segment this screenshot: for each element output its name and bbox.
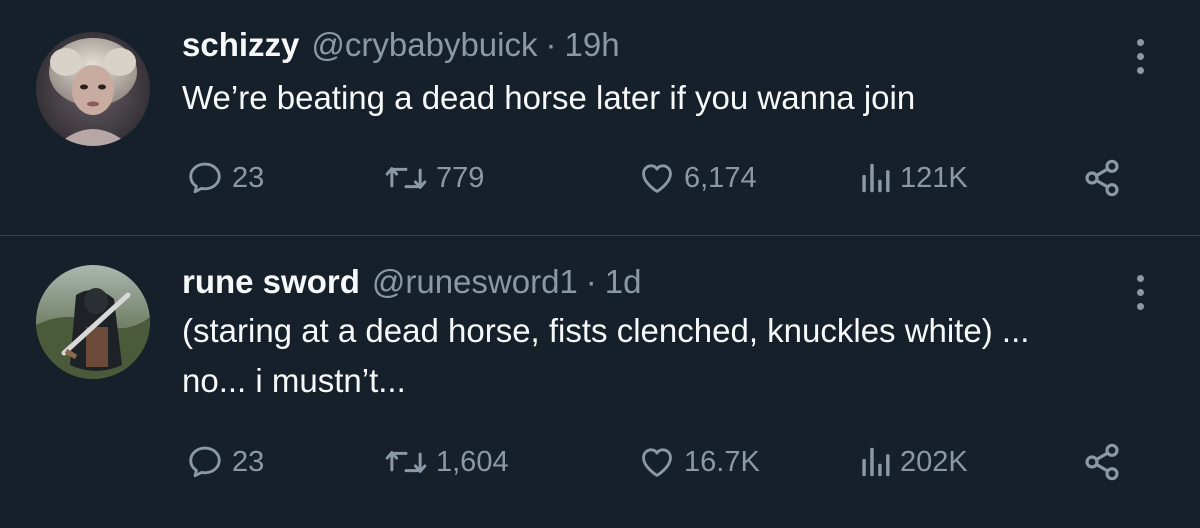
tweet-text: We’re beating a dead horse later if you … (182, 79, 916, 116)
retweet-button[interactable]: 779 (384, 154, 484, 202)
avatar[interactable] (36, 32, 150, 146)
tweet-header: schizzy @crybabybuick · 19h (182, 25, 620, 65)
timestamp[interactable]: 1d (605, 262, 642, 302)
display-name[interactable]: schizzy (182, 25, 299, 65)
reply-count: 23 (232, 445, 265, 478)
avatar-image (36, 265, 150, 379)
user-handle[interactable]: @crybabybuick (311, 25, 537, 65)
tweet[interactable]: schizzy @crybabybuick · 19h We’re beatin… (0, 0, 1200, 236)
views-icon (862, 163, 890, 193)
action-bar: 23 1,604 16.7K 202K (186, 438, 1136, 486)
action-bar: 23 779 6,174 121K (186, 154, 1136, 202)
reply-button[interactable]: 23 (186, 438, 264, 486)
tweet[interactable]: rune sword @runesword1 · 1d (staring at … (0, 237, 1200, 528)
avatar[interactable] (36, 265, 150, 379)
more-options-icon (1136, 274, 1144, 282)
avatar-image (36, 32, 150, 146)
like-button[interactable]: 16.7K (638, 438, 760, 486)
share-button[interactable] (1082, 438, 1122, 486)
more-options-icon (1136, 38, 1144, 46)
retweet-button[interactable]: 1,604 (384, 438, 509, 486)
timestamp[interactable]: 19h (564, 25, 619, 65)
share-button[interactable] (1082, 154, 1122, 202)
view-count: 202K (900, 445, 968, 478)
share-icon (1085, 443, 1119, 481)
tweet-header: rune sword @runesword1 · 1d (182, 262, 642, 302)
views-button[interactable]: 121K (858, 154, 968, 202)
reply-icon (189, 162, 221, 194)
user-handle[interactable]: @runesword1 (372, 262, 578, 302)
reply-button[interactable]: 23 (186, 154, 264, 202)
view-count: 121K (900, 161, 968, 194)
like-count: 16.7K (684, 445, 760, 478)
retweet-count: 779 (436, 161, 485, 194)
share-icon (1085, 159, 1119, 197)
like-count: 6,174 (684, 161, 757, 194)
reply-count: 23 (232, 161, 265, 194)
tweet-text: (staring at a dead horse, fists clenched… (182, 312, 1030, 399)
retweet-icon (385, 451, 427, 473)
reply-icon (189, 446, 221, 478)
like-button[interactable]: 6,174 (638, 154, 757, 202)
heart-icon (642, 164, 672, 193)
retweet-count: 1,604 (436, 445, 509, 478)
separator-dot: · (585, 263, 597, 300)
display-name[interactable]: rune sword (182, 262, 360, 302)
retweet-icon (385, 167, 427, 189)
views-button[interactable]: 202K (858, 438, 968, 486)
heart-icon (642, 448, 672, 477)
views-icon (862, 447, 890, 477)
separator-dot: · (545, 26, 557, 63)
